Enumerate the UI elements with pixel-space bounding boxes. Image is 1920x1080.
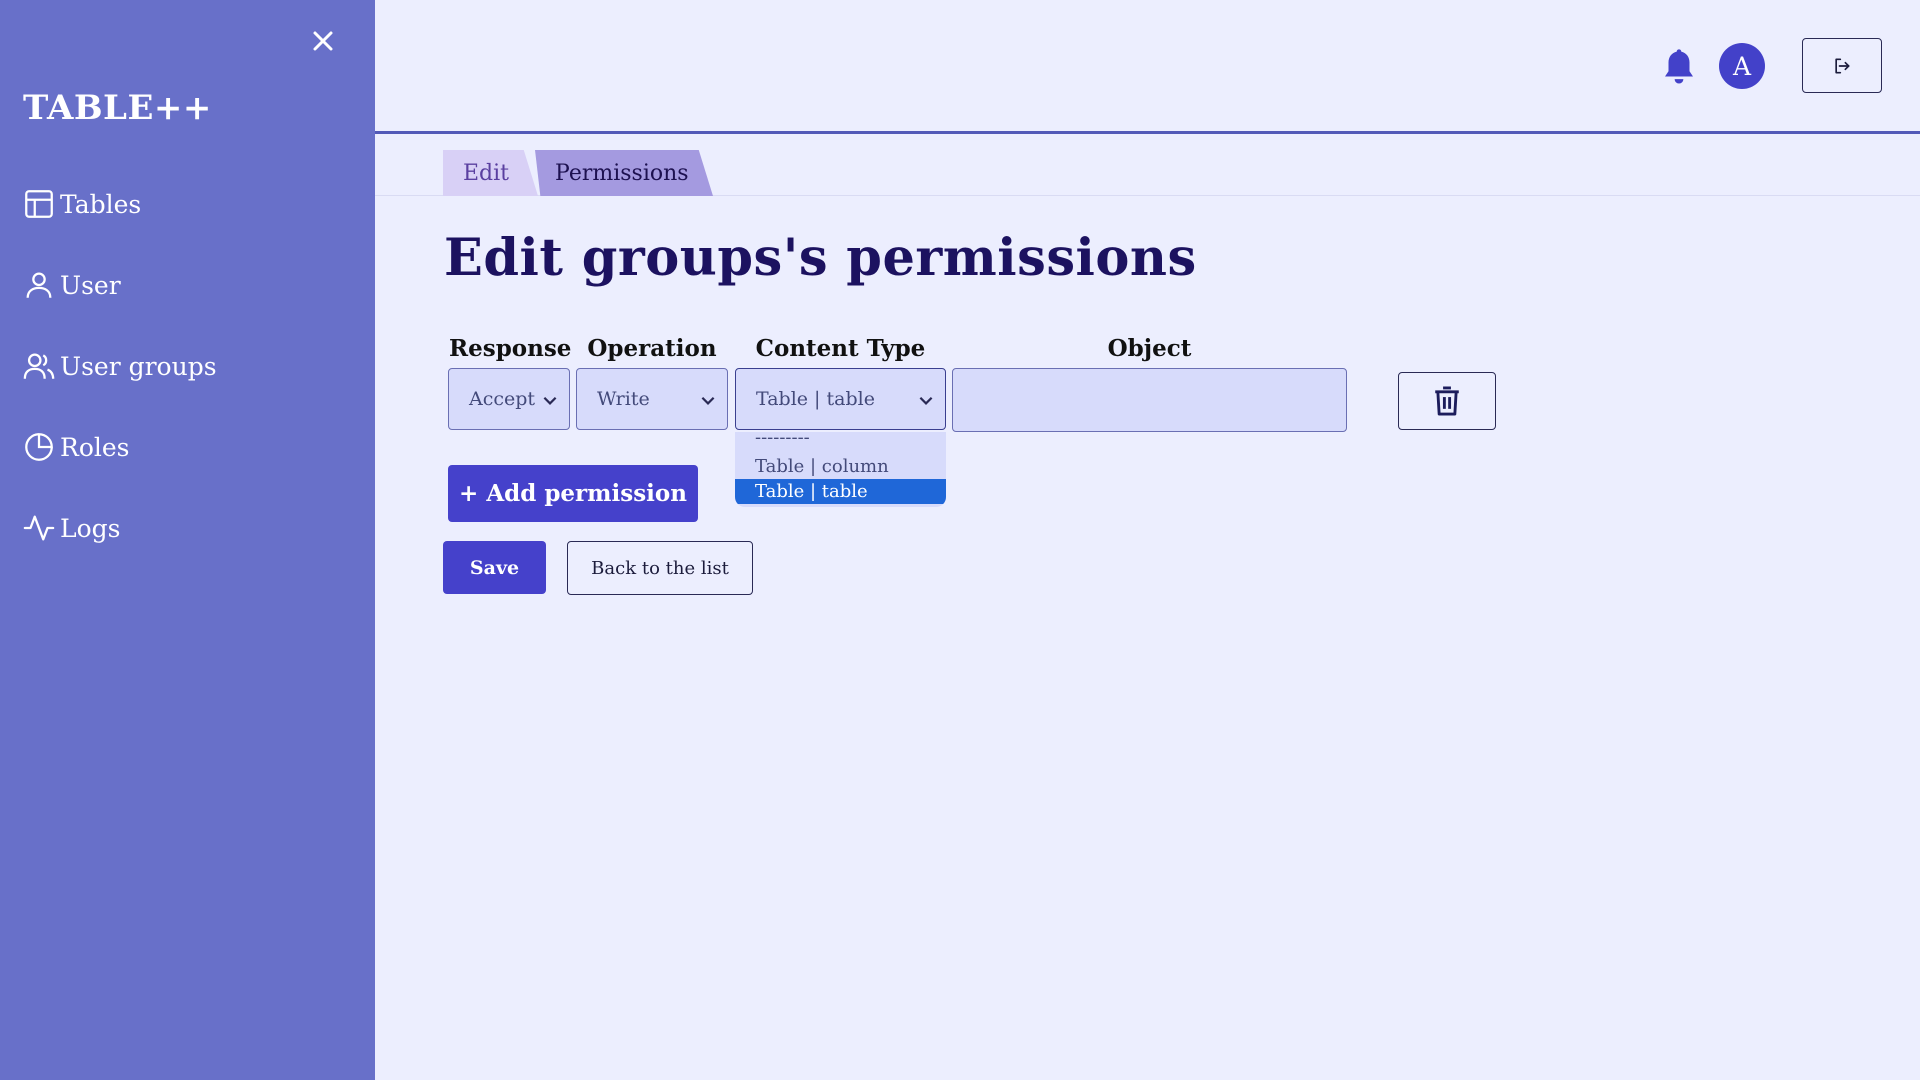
save-button[interactable]: Save [443, 541, 546, 594]
chevron-down-icon [701, 396, 715, 405]
pie-chart-icon [25, 433, 53, 461]
operation-select[interactable]: Write [576, 368, 728, 430]
add-permission-button[interactable]: + Add permission [448, 465, 698, 522]
tab-edit[interactable]: Edit [443, 150, 538, 196]
column-header-response: Response [449, 335, 572, 362]
content-type-select[interactable]: Table | table [735, 368, 946, 430]
dropdown-option[interactable]: Table | column [735, 454, 946, 479]
table-icon [25, 190, 53, 218]
content-type-select-value: Table | table [756, 388, 875, 410]
operation-select-value: Write [597, 388, 650, 410]
dropdown-option[interactable]: --------- [735, 432, 946, 454]
sidebar-item-tables[interactable]: Tables [22, 182, 141, 226]
tabs: Edit Permissions [375, 150, 1920, 196]
sidebar: TABLE++ Tables User User groups Roles Lo… [0, 0, 375, 1080]
response-select-value: Accept [469, 388, 536, 410]
bell-icon[interactable] [1658, 45, 1700, 87]
trash-icon [1435, 386, 1459, 416]
dropdown-option-selected[interactable]: Table | table [735, 479, 946, 504]
sidebar-item-user-groups[interactable]: User groups [22, 344, 217, 388]
sidebar-item-label: User groups [60, 351, 217, 381]
logout-button[interactable] [1802, 38, 1882, 93]
tab-permissions[interactable]: Permissions [535, 150, 713, 196]
sidebar-item-user[interactable]: User [22, 263, 121, 307]
back-to-list-button[interactable]: Back to the list [567, 541, 753, 595]
column-header-content-type: Content Type [755, 335, 926, 362]
avatar[interactable]: A [1719, 43, 1765, 89]
response-select[interactable]: Accept [448, 368, 570, 430]
users-icon [23, 353, 55, 379]
object-input[interactable] [952, 368, 1347, 432]
close-icon[interactable] [308, 26, 338, 56]
sidebar-item-label: Roles [60, 432, 130, 462]
page-title: Edit groups's permissions [444, 228, 1197, 288]
chevron-down-icon [919, 396, 933, 405]
sidebar-item-label: Tables [60, 189, 142, 219]
sidebar-item-logs[interactable]: Logs [22, 506, 121, 550]
delete-permission-button[interactable] [1398, 372, 1496, 430]
user-icon [26, 272, 52, 298]
logout-icon [1835, 58, 1850, 73]
column-header-object: Object [1107, 335, 1192, 362]
brand-logo[interactable]: TABLE++ [23, 88, 212, 128]
sidebar-item-roles[interactable]: Roles [22, 425, 130, 469]
chevron-down-icon [543, 396, 557, 405]
content-type-dropdown: --------- Table | column Table | table [735, 432, 946, 507]
activity-icon [23, 515, 55, 541]
column-header-operation: Operation [587, 335, 717, 362]
sidebar-item-label: Logs [60, 513, 121, 543]
sidebar-item-label: User [60, 270, 121, 300]
